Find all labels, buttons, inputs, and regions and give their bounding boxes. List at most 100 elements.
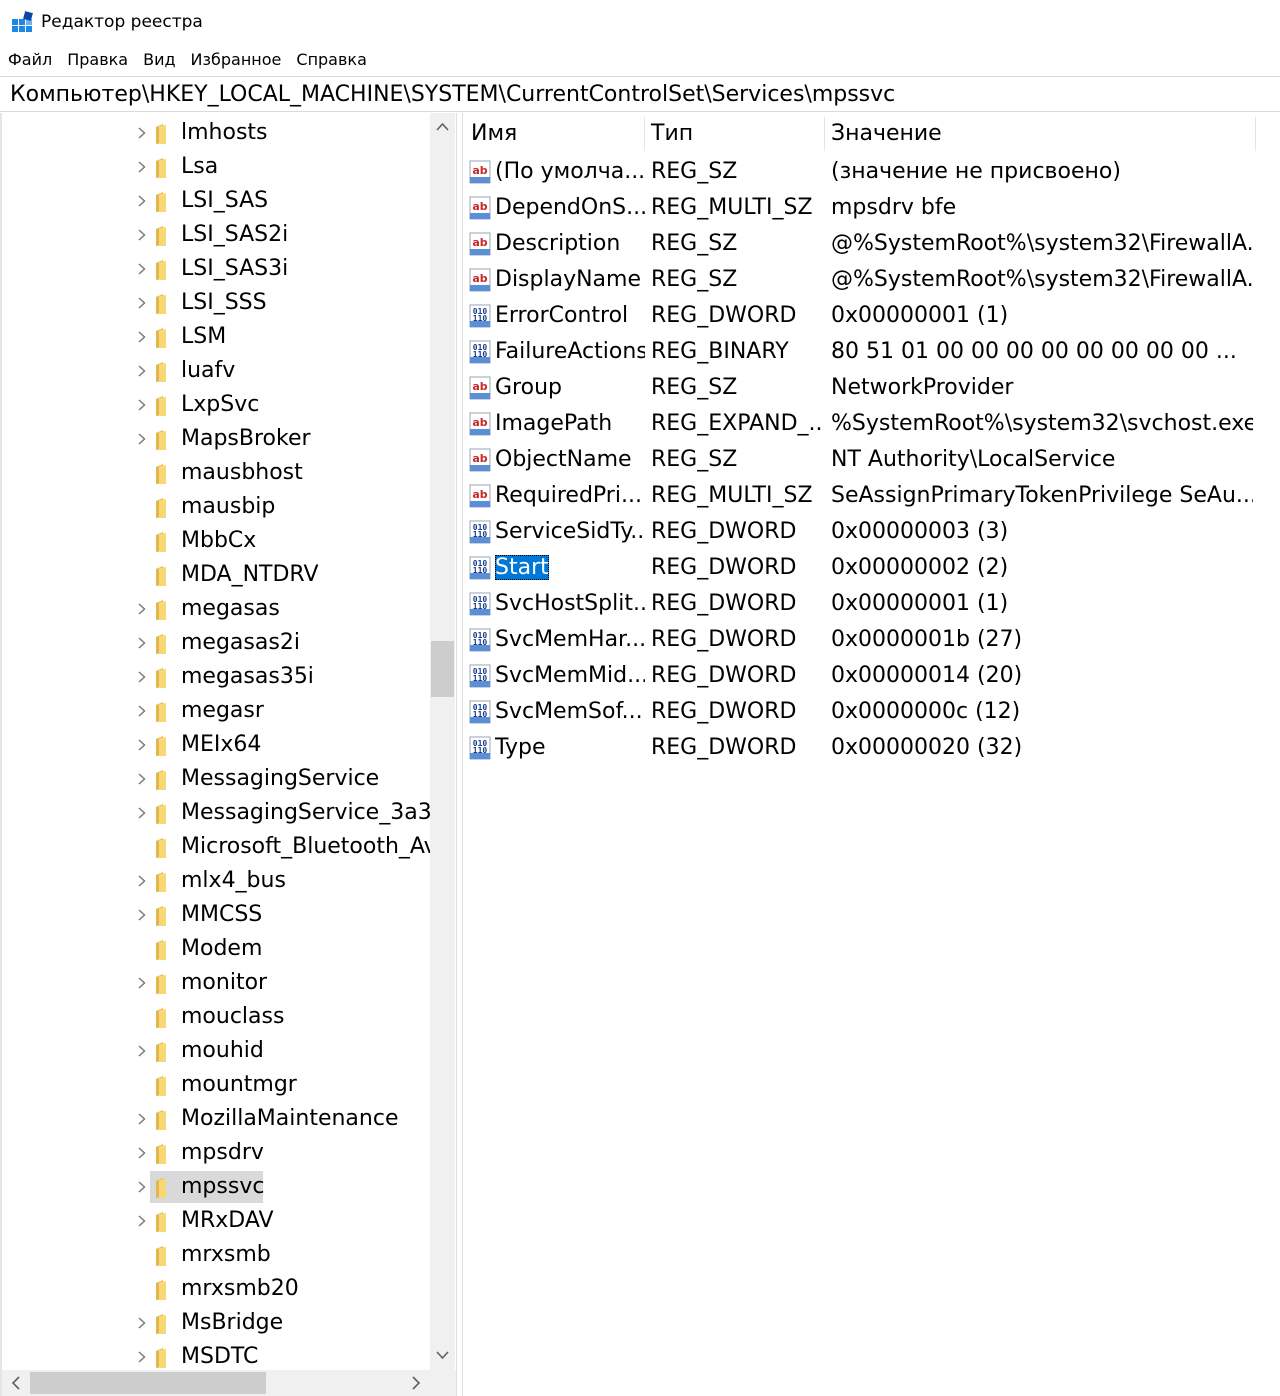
menu-item[interactable]: Правка (59, 46, 135, 74)
tree-item[interactable]: LSI_SAS (2, 184, 432, 218)
values-list[interactable]: Имя Тип Значение ab (По умолча... REG_SZ (з… (463, 113, 1280, 1396)
chevron-right-icon[interactable] (134, 193, 150, 209)
tree-item[interactable]: megasas (2, 592, 432, 626)
chevron-right-icon[interactable] (134, 329, 150, 345)
chevron-right-icon[interactable] (134, 907, 150, 923)
value-row[interactable]: ab Description REG_SZ @%SystemRoot%\system3… (463, 226, 1280, 262)
chevron-right-icon[interactable] (134, 975, 150, 991)
chevron-right-icon[interactable] (134, 261, 150, 277)
value-row[interactable]: 010 110 ServiceSidTy... REG_DWORD 0x00000003… (463, 514, 1280, 550)
column-header-value[interactable]: Значение (831, 121, 942, 147)
chevron-right-icon[interactable] (134, 363, 150, 379)
menu-item[interactable]: Вид (135, 46, 182, 74)
scroll-up-icon[interactable] (430, 113, 455, 143)
chevron-right-icon[interactable] (134, 771, 150, 787)
chevron-right-icon[interactable] (134, 635, 150, 651)
tree-item[interactable]: LxpSvc (2, 388, 432, 422)
value-row[interactable]: ab DisplayName REG_SZ @%SystemRoot%\system3… (463, 262, 1280, 298)
address-path[interactable]: Компьютер\HKEY_LOCAL_MACHINE\SYSTEM\Curr… (10, 82, 895, 108)
tree-item[interactable]: MbbCx (2, 524, 432, 558)
value-row[interactable]: 010 110 SvcMemSof... REG_DWORD 0x0000000c (1… (463, 694, 1280, 730)
chevron-right-icon[interactable] (134, 295, 150, 311)
chevron-right-icon[interactable] (134, 1315, 150, 1331)
chevron-right-icon[interactable] (134, 1179, 150, 1195)
tree-horizontal-scroll-thumb[interactable] (30, 1372, 266, 1394)
tree-item[interactable]: megasas2i (2, 626, 432, 660)
value-row[interactable]: 010 110 Start REG_DWORD 0x00000002 (2) (463, 550, 1280, 586)
tree-item[interactable]: LSM (2, 320, 432, 354)
tree-item[interactable]: megasr (2, 694, 432, 728)
chevron-right-icon[interactable] (134, 125, 150, 141)
chevron-right-icon[interactable] (134, 159, 150, 175)
chevron-right-icon[interactable] (134, 1145, 150, 1161)
tree-item[interactable]: mrxsmb20 (2, 1272, 432, 1306)
tree-item[interactable]: mouhid (2, 1034, 432, 1068)
tree-item[interactable]: mausbhost (2, 456, 432, 490)
registry-tree[interactable]: lmhosts Lsa LSI_SAS LSI_SAS2i LSI_SAS3i LSI_S… (0, 113, 456, 1396)
menu-item[interactable]: Избранное (183, 46, 289, 74)
chevron-right-icon[interactable] (134, 737, 150, 753)
chevron-right-icon[interactable] (134, 227, 150, 243)
tree-vertical-scroll-thumb[interactable] (431, 641, 454, 697)
value-row[interactable]: 010 110 ErrorControl REG_DWORD 0x00000001 (1… (463, 298, 1280, 334)
tree-item[interactable]: monitor (2, 966, 432, 1000)
tree-item[interactable]: MEIx64 (2, 728, 432, 762)
tree-item[interactable]: LSI_SAS3i (2, 252, 432, 286)
value-row[interactable]: 010 110 SvcMemMid... REG_DWORD 0x00000014 (2… (463, 658, 1280, 694)
chevron-right-icon[interactable] (134, 431, 150, 447)
scroll-down-icon[interactable] (430, 1340, 455, 1370)
tree-item[interactable]: MDA_NTDRV (2, 558, 432, 592)
value-row[interactable]: 010 110 SvcMemHar... REG_DWORD 0x0000001b (2… (463, 622, 1280, 658)
value-row[interactable]: 010 110 SvcHostSplit... REG_DWORD 0x00000001… (463, 586, 1280, 622)
tree-horizontal-scrollbar[interactable] (2, 1370, 430, 1396)
tree-item[interactable]: Modem (2, 932, 432, 966)
tree-item[interactable]: luafv (2, 354, 432, 388)
tree-item[interactable]: megasas35i (2, 660, 432, 694)
value-row[interactable]: ab Group REG_SZ NetworkProvider (463, 370, 1280, 406)
tree-item[interactable]: LSI_SAS2i (2, 218, 432, 252)
pane-splitter[interactable] (456, 113, 463, 1396)
chevron-right-icon[interactable] (134, 873, 150, 889)
tree-item[interactable]: MsBridge (2, 1306, 432, 1340)
column-header-name[interactable]: Имя (471, 121, 517, 147)
chevron-right-icon[interactable] (134, 1349, 150, 1365)
chevron-right-icon[interactable] (134, 1043, 150, 1059)
tree-item[interactable]: MapsBroker (2, 422, 432, 456)
value-row[interactable]: ab RequiredPri... REG_MULTI_SZ SeAssignPrim… (463, 478, 1280, 514)
column-separator[interactable] (644, 117, 645, 151)
address-bar[interactable]: Компьютер\HKEY_LOCAL_MACHINE\SYSTEM\Curr… (0, 76, 1280, 112)
chevron-right-icon[interactable] (134, 1111, 150, 1127)
tree-vertical-scrollbar[interactable] (430, 113, 455, 1370)
value-row[interactable]: ab DependOnS... REG_MULTI_SZ mpsdrv bfe (463, 190, 1280, 226)
value-row[interactable]: ab ObjectName REG_SZ NT Authority\LocalServ… (463, 442, 1280, 478)
tree-item[interactable]: mlx4_bus (2, 864, 432, 898)
column-separator[interactable] (824, 117, 825, 151)
tree-item[interactable]: MSDTC (2, 1340, 432, 1374)
tree-item[interactable]: MessagingService (2, 762, 432, 796)
menu-item[interactable]: Справка (288, 46, 374, 74)
tree-item[interactable]: MozillaMaintenance (2, 1102, 432, 1136)
tree-item[interactable]: mrxsmb (2, 1238, 432, 1272)
column-header-type[interactable]: Тип (651, 121, 693, 147)
tree-item[interactable]: MRxDAV (2, 1204, 432, 1238)
chevron-right-icon[interactable] (134, 703, 150, 719)
tree-item[interactable]: mpsdrv (2, 1136, 432, 1170)
tree-item[interactable]: Microsoft_Bluetooth_Av (2, 830, 437, 864)
scroll-right-icon[interactable] (404, 1370, 428, 1396)
tree-item[interactable]: MMCSS (2, 898, 432, 932)
chevron-right-icon[interactable] (134, 669, 150, 685)
chevron-right-icon[interactable] (134, 397, 150, 413)
tree-item[interactable]: Lsa (2, 150, 432, 184)
value-row[interactable]: ab ImagePath REG_EXPAND_... %SystemRoot%\sy… (463, 406, 1280, 442)
value-row[interactable]: 010 110 Type REG_DWORD 0x00000020 (32) (463, 730, 1280, 766)
value-row[interactable]: ab (По умолча... REG_SZ (значение не присво… (463, 154, 1280, 190)
tree-item[interactable]: mountmgr (2, 1068, 432, 1102)
tree-item[interactable]: MessagingService_3a3a (2, 796, 445, 830)
chevron-right-icon[interactable] (134, 601, 150, 617)
column-separator[interactable] (1255, 117, 1256, 151)
chevron-right-icon[interactable] (134, 1213, 150, 1229)
chevron-right-icon[interactable] (134, 805, 150, 821)
scroll-left-icon[interactable] (4, 1370, 28, 1396)
tree-item[interactable]: mausbip (2, 490, 432, 524)
tree-item[interactable]: mouclass (2, 1000, 432, 1034)
